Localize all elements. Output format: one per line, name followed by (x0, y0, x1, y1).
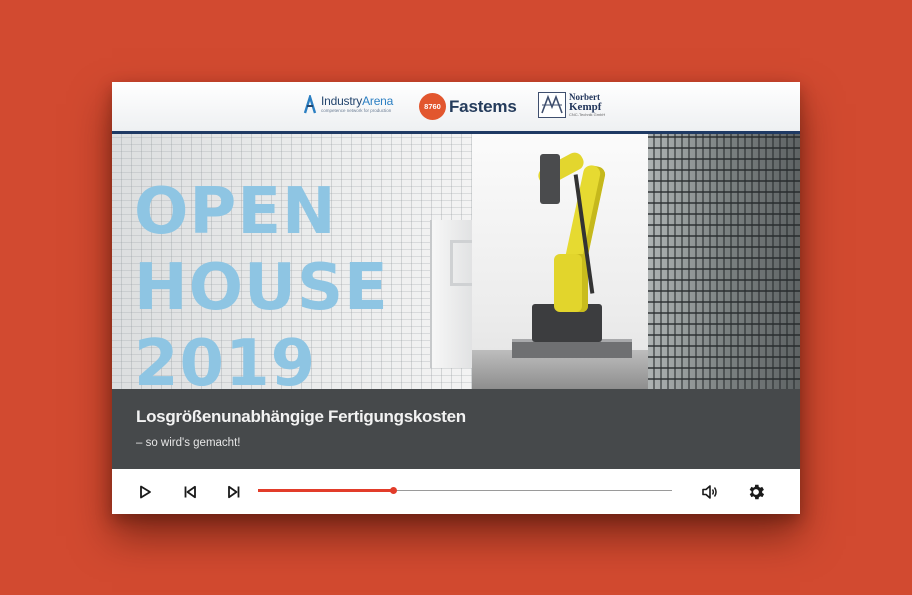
robot-gripper (540, 154, 560, 204)
sponsor-logo-bar: IndustryArena competence network for pro… (112, 82, 800, 134)
fastems-logo: 8760 Fastems (419, 93, 517, 120)
caption-band: Losgrößenunabhängige Fertigungskosten – … (112, 389, 800, 469)
caption-title: Losgrößenunabhängige Fertigungskosten (136, 407, 466, 426)
skip-previous-icon (184, 485, 196, 499)
progress-handle[interactable] (389, 487, 397, 494)
industry-arena-name-b: Arena (362, 94, 394, 108)
control-bar (112, 469, 800, 514)
skip-next-icon (228, 485, 240, 499)
play-icon (140, 485, 151, 499)
fastems-name: Fastems (449, 96, 517, 116)
settings-button[interactable] (743, 479, 769, 505)
video-frame[interactable]: IndustryArena competence network for pro… (112, 82, 800, 469)
right-storage-rack (648, 134, 800, 389)
industry-arena-logo: IndustryArena competence network for pro… (302, 95, 393, 119)
industry-arena-tagline: competence network for production (321, 108, 392, 113)
volume-icon (702, 485, 717, 499)
caption-subtitle: – so wird's gemacht! (136, 437, 241, 449)
norbert-kempf-line3: CNC-Technik GmbH (569, 112, 606, 117)
norbert-kempf-logo: Norbert Kempf CNC-Technik GmbH (538, 92, 605, 118)
robot-body (554, 254, 588, 312)
next-button[interactable] (221, 479, 247, 505)
industry-arena-name-a: Industry (321, 94, 363, 108)
left-wall (430, 220, 478, 368)
norbert-kempf-emblem (538, 92, 566, 118)
settings-icon (749, 484, 765, 500)
volume-button[interactable] (697, 479, 723, 505)
video-player: IndustryArena competence network for pro… (112, 82, 800, 514)
fastems-badge: 8760 (419, 93, 446, 120)
play-button[interactable] (132, 479, 158, 505)
progress-bar[interactable] (258, 487, 672, 494)
previous-button[interactable] (177, 479, 203, 505)
factory-scene: OPEN HOUSE 2019 (112, 134, 800, 389)
hero-title: OPEN HOUSE 2019 (134, 175, 389, 389)
industry-arena-icon (303, 95, 317, 114)
progress-fill (258, 489, 393, 492)
